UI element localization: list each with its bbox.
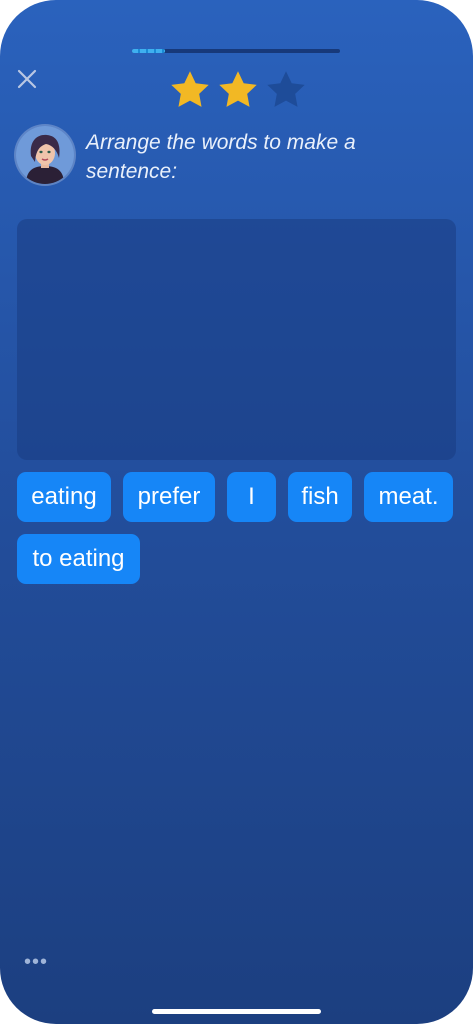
word-chip-meat[interactable]: meat. <box>364 472 453 522</box>
close-button[interactable] <box>12 64 42 94</box>
word-chip-fish[interactable]: fish <box>288 472 352 522</box>
lesson-progress-bar <box>132 49 340 53</box>
avatar-icon <box>16 126 74 184</box>
star-rating <box>168 68 308 112</box>
prompt-row: Arrange the words to make a sentence: <box>16 126 457 186</box>
app-screen: Arrange the words to make a sentence: ea… <box>0 0 473 1024</box>
word-chip-prefer[interactable]: prefer <box>123 472 215 522</box>
teacher-avatar <box>16 126 74 184</box>
star-icon-3 <box>267 71 305 107</box>
answer-drop-area[interactable] <box>17 219 456 460</box>
lesson-progress-fill <box>132 49 166 53</box>
close-icon <box>17 69 37 89</box>
home-indicator[interactable] <box>152 1009 321 1014</box>
prompt-text: Arrange the words to make a sentence: <box>86 131 356 183</box>
more-options-button[interactable]: ••• <box>24 952 48 972</box>
word-chip-eating[interactable]: eating <box>17 472 111 522</box>
star-icon-1 <box>171 71 209 107</box>
word-chip-i[interactable]: I <box>227 472 276 522</box>
word-chip-to-eating[interactable]: to eating <box>17 534 140 584</box>
star-icon-2 <box>219 71 257 107</box>
